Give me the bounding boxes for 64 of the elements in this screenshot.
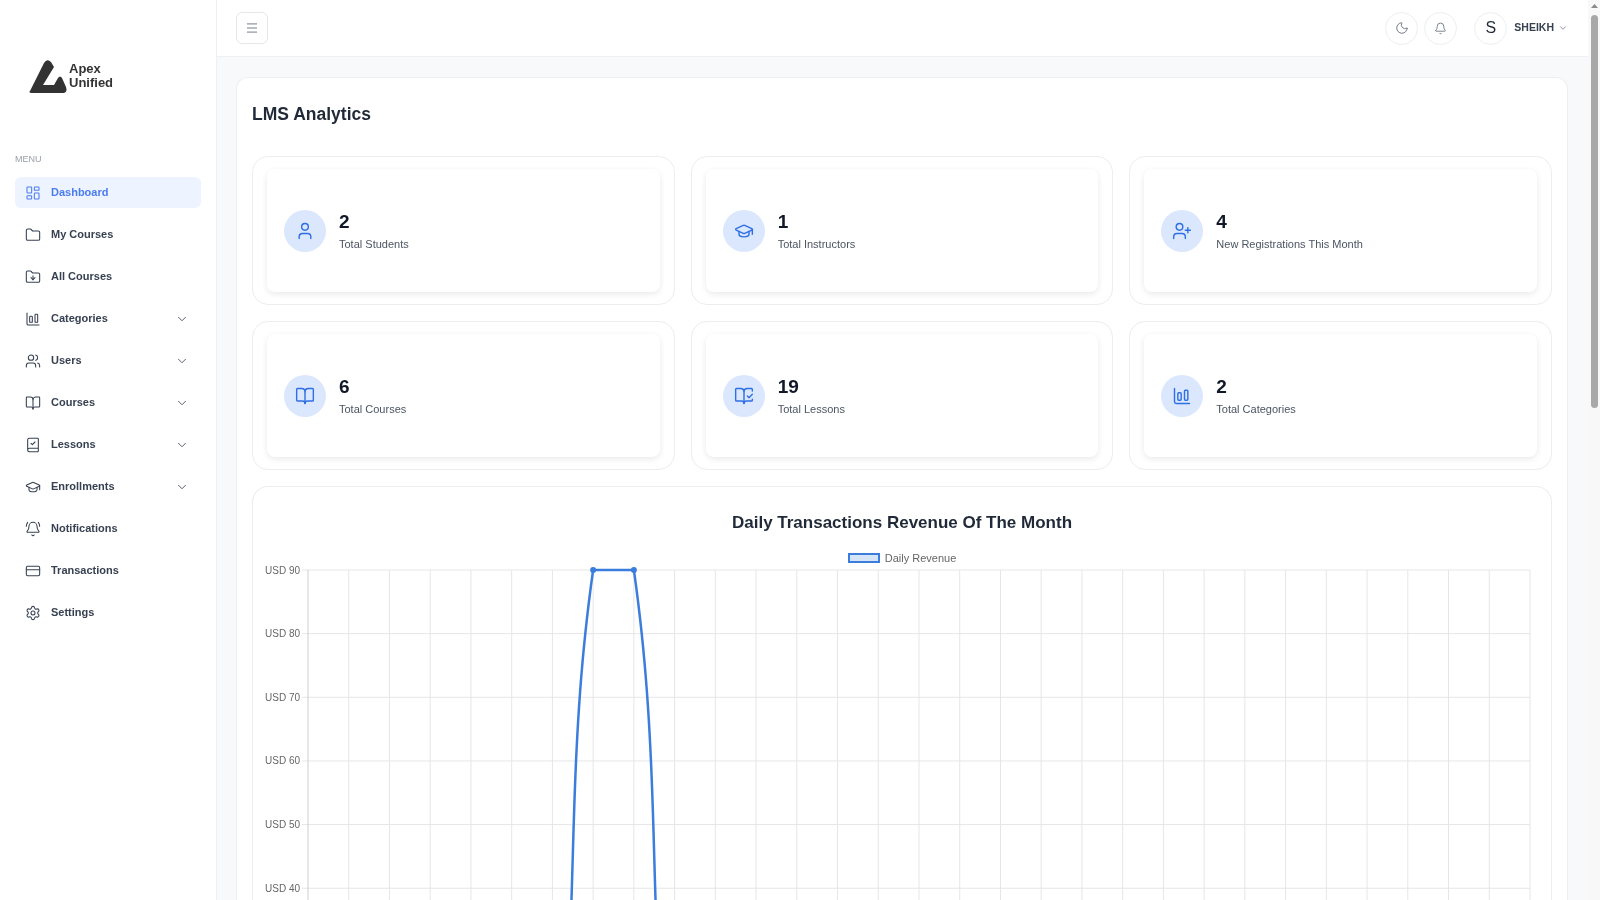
dashboard-grid-icon: [25, 184, 41, 201]
users-icon: [25, 352, 41, 369]
stat-value: 1: [777, 210, 790, 233]
stat-value: 2: [339, 210, 351, 233]
data-point: [630, 567, 637, 573]
stat-label: Total Courses: [339, 402, 407, 416]
sidebar-item[interactable]: Courses: [15, 387, 201, 418]
settings-icon: [25, 604, 41, 621]
bell-icon: [1434, 21, 1448, 35]
sidebar-item[interactable]: Enrollments: [15, 471, 201, 502]
moon-icon: [1394, 21, 1409, 35]
menu-button[interactable]: [236, 12, 268, 44]
scroll-up-arrow-icon[interactable]: [1590, 4, 1598, 8]
bell-icon: [25, 520, 41, 537]
data-point: [590, 567, 597, 573]
user-menu-button[interactable]: SHEIKH: [1514, 20, 1568, 36]
book-icon: [284, 374, 326, 417]
stat-label: Total Students: [339, 237, 409, 251]
bar-chart-icon: [25, 310, 41, 327]
sidebar-item[interactable]: Notifications: [15, 513, 201, 544]
y-axis-label: USD 40: [265, 882, 300, 894]
theme-toggle-button[interactable]: [1385, 11, 1419, 45]
user-avatar[interactable]: S: [1474, 11, 1508, 45]
y-axis-label: USD 50: [265, 819, 300, 831]
stat-label: Total Instructors: [777, 237, 856, 251]
scrollbar-thumb[interactable]: [1590, 15, 1598, 408]
chart-title: Daily Transactions Revenue Of The Month: [731, 512, 1073, 534]
menu-icon: [245, 21, 259, 35]
sidebar-item[interactable]: Categories: [15, 303, 201, 334]
stat-value: 19: [777, 375, 800, 398]
menu-section-label: MENU: [15, 153, 43, 165]
stat-value: 4: [1216, 210, 1228, 233]
folder-download-icon: [25, 268, 41, 285]
user-plus-icon: [1161, 209, 1204, 252]
stat-value: 2: [1216, 375, 1228, 398]
notifications-button[interactable]: [1424, 11, 1458, 45]
user-icon: [284, 209, 326, 252]
y-axis-label: USD 70: [265, 691, 300, 703]
book-check-icon: [722, 374, 765, 417]
sidebar-item[interactable]: Users: [15, 345, 201, 376]
sidebar-item[interactable]: Settings: [15, 597, 201, 628]
folder-icon: [25, 226, 41, 243]
y-axis-label: USD 60: [265, 755, 300, 767]
stat-value: 6: [339, 375, 351, 398]
brand-name: Apex Unified: [69, 62, 115, 90]
sidebar-item[interactable]: My Courses: [15, 219, 201, 250]
chevron-down-icon: [1558, 23, 1568, 33]
legend-label[interactable]: Daily Revenue: [884, 552, 957, 564]
logo-icon: [27, 58, 67, 94]
book-icon: [25, 394, 41, 411]
sidebar-item[interactable]: All Courses: [15, 261, 201, 292]
bar-chart-icon: [1161, 374, 1204, 417]
stat-label: Total Categories: [1216, 402, 1296, 416]
legend-swatch-icon: [847, 553, 880, 563]
sidebar-item[interactable]: Transactions: [15, 555, 201, 586]
book-check-icon: [25, 436, 41, 453]
y-axis-label: USD 80: [265, 628, 300, 640]
sidebar-item[interactable]: Dashboard: [15, 177, 201, 208]
stat-label: Total Lessons: [777, 402, 845, 416]
page-title: LMS Analytics: [252, 103, 372, 125]
sidebar-item[interactable]: Lessons: [15, 429, 201, 460]
graduation-cap-icon: [722, 209, 765, 252]
y-axis-label: USD 90: [265, 564, 300, 576]
stat-label: New Registrations This Month: [1216, 237, 1363, 251]
